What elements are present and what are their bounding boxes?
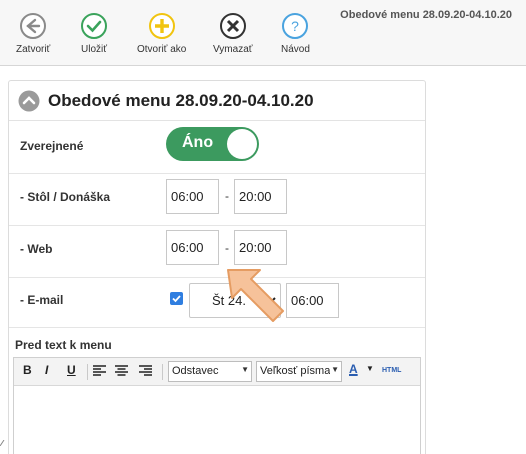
toolbar-divider [162,364,163,380]
web-to-input[interactable] [234,230,287,265]
align-left-icon[interactable] [93,365,106,377]
published-toggle[interactable]: Áno [166,127,259,161]
toolbar-divider [87,364,88,380]
toolbar: Zatvoriť Uložiť Otvoriť ako Vymazať ? Ná… [0,0,526,66]
table-delivery-from-input[interactable] [166,179,219,214]
rich-text-editor[interactable]: B I U Odstavec ▼ Veľkosť písma ▼ A ▼ HTM… [13,357,421,454]
email-time-input[interactable] [286,283,339,318]
toggle-text: Áno [182,134,214,151]
published-label: Zverejnené [20,139,84,153]
open-as-button[interactable]: Otvoriť ako [137,12,186,55]
editor-label: Pred text k menu [15,338,112,352]
format-select[interactable]: Odstavec ▼ [168,361,252,382]
italic-button[interactable]: I [45,363,48,377]
web-label: - Web [20,242,53,256]
close-label: Zatvoriť [16,44,51,55]
toolbar-title: Obedové menu 28.09.20-04.10.20 [340,9,512,21]
toggle-knob [227,129,257,159]
check-icon [172,295,181,303]
email-label: - E-mail [20,293,64,307]
align-right-icon[interactable] [139,365,152,377]
menu-panel: Obedové menu 28.09.20-04.10.20 Zverejnen… [8,80,426,454]
html-source-button[interactable]: HTML [382,367,401,374]
font-size-select-value: Veľkosť písma [260,365,331,377]
editor-toolbar: B I U Odstavec ▼ Veľkosť písma ▼ A ▼ HTM… [14,358,420,386]
save-button[interactable]: Uložiť [80,12,108,55]
underline-button[interactable]: U [67,363,76,377]
table-delivery-to-input[interactable] [234,179,287,214]
help-icon: ? [282,13,309,39]
email-checkbox[interactable] [170,292,183,305]
checkmark-icon [81,13,107,39]
back-arrow-icon [20,13,47,39]
x-icon [219,13,246,39]
save-label: Uložiť [81,44,107,55]
bold-button[interactable]: B [23,363,32,377]
dropdown-arrow-icon: ▼ [241,365,249,374]
font-size-select[interactable]: Veľkosť písma ▼ [256,361,342,382]
help-label: Návod [281,44,310,55]
delete-button[interactable]: Vymazať [213,12,253,55]
text-color-button[interactable]: A [349,362,358,376]
corner-mark [0,440,5,446]
text-color-dropdown-icon[interactable]: ▼ [366,364,374,373]
svg-text:?: ? [292,18,300,34]
align-center-icon[interactable] [115,365,128,377]
table-delivery-label: - Stôl / Donáška [20,190,111,204]
close-button[interactable]: Zatvoriť [16,12,50,55]
open-as-label: Otvoriť ako [137,44,187,55]
help-button[interactable]: ? Návod [281,12,310,55]
format-select-value: Odstavec [172,365,219,377]
chevron-down-icon [266,297,276,304]
email-day-value: Št 24. [212,293,246,308]
plus-icon [148,13,175,39]
delete-label: Vymazať [213,44,253,55]
chevron-up-icon[interactable] [18,90,40,112]
panel-header[interactable]: Obedové menu 28.09.20-04.10.20 [9,81,425,121]
email-day-select[interactable]: Št 24. [189,283,281,318]
panel-title: Obedové menu 28.09.20-04.10.20 [48,90,314,110]
web-dash: - [225,241,229,255]
table-delivery-dash: - [225,189,229,203]
dropdown-arrow-icon: ▼ [330,365,339,374]
web-from-input[interactable] [166,230,219,265]
